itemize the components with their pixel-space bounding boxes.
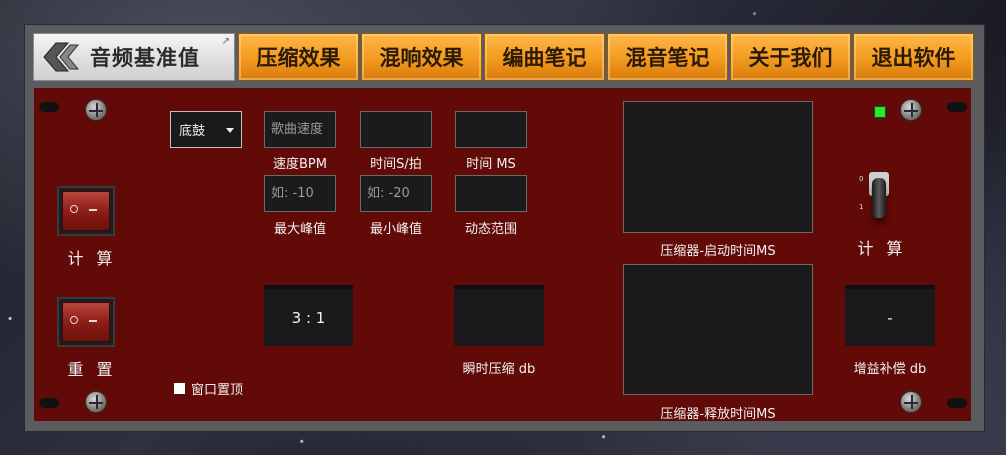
calculate-button[interactable] — [57, 186, 115, 236]
tab-arrangement-notes[interactable]: 编曲笔记 — [484, 33, 605, 81]
release-time-label: 压缩器-释放时间MS — [660, 407, 776, 422]
instant-compression-label: 瞬时压缩 db — [462, 362, 536, 377]
min-peak-input[interactable] — [367, 186, 431, 201]
tempo-input-box[interactable] — [264, 111, 336, 148]
time-ms-output — [455, 111, 527, 148]
instrument-select-value: 底鼓 — [179, 124, 206, 139]
screw-icon — [85, 99, 107, 121]
max-peak-label: 最大峰值 — [273, 222, 326, 237]
tab-reverb[interactable]: 混响效果 — [361, 33, 482, 81]
reset-button[interactable] — [57, 297, 115, 347]
min-peak-input-box[interactable] — [360, 175, 432, 212]
attack-time-display — [623, 101, 813, 233]
checkbox-box[interactable] — [174, 383, 185, 394]
screw-icon — [85, 391, 107, 413]
calculate-toggle-switch[interactable] — [872, 178, 886, 218]
ratio-display: 3 : 1 — [264, 285, 353, 346]
expand-icon: ↗ — [221, 36, 230, 47]
dynamic-range-label: 动态范围 — [464, 222, 517, 237]
tab-compression[interactable]: 压缩效果 — [238, 33, 359, 81]
makeup-gain-display: - — [845, 285, 935, 346]
attack-time-label: 压缩器-启动时间MS — [660, 244, 776, 259]
max-peak-input-box[interactable] — [264, 175, 336, 212]
dynamic-range-output — [455, 175, 527, 212]
toggle-on-mark: 1 — [859, 203, 864, 211]
screw-icon — [900, 391, 922, 413]
tab-mixing-notes[interactable]: 混音笔记 — [607, 33, 728, 81]
mount-slot — [39, 398, 59, 408]
time-ms-label: 时间 MS — [466, 157, 516, 172]
instrument-select[interactable]: 底鼓 — [170, 111, 242, 148]
makeup-gain-label: 增益补偿 db — [853, 362, 927, 377]
time-s-label: 时间S/拍 — [370, 157, 422, 172]
always-on-top-label: 窗口置顶 — [191, 383, 244, 398]
right-calculate-label: 计 算 — [857, 239, 907, 258]
max-peak-input[interactable] — [271, 186, 335, 201]
time-s-output — [360, 111, 432, 148]
release-time-display — [623, 264, 813, 395]
logo-mark-icon — [43, 42, 80, 72]
tempo-input[interactable] — [271, 122, 335, 137]
calculate-label: 计 算 — [67, 249, 117, 268]
reset-label: 重 置 — [67, 360, 117, 379]
app-title: 音频基准值 — [90, 46, 200, 70]
toggle-off-mark: 0 — [859, 175, 864, 183]
logo: 音频基准值 ↗ — [33, 33, 235, 81]
mount-slot — [947, 398, 967, 408]
mount-slot — [39, 102, 59, 112]
power-led — [874, 106, 886, 118]
tab-about-us[interactable]: 关于我们 — [730, 33, 851, 81]
min-peak-label: 最小峰值 — [369, 222, 422, 237]
tab-exit[interactable]: 退出软件 — [853, 33, 974, 81]
chevron-down-icon — [226, 128, 234, 133]
instant-compression-display — [454, 285, 544, 346]
mount-slot — [947, 102, 967, 112]
always-on-top-checkbox[interactable]: 窗口置顶 — [174, 379, 243, 398]
screw-icon — [900, 99, 922, 121]
tempo-label: 速度BPM — [273, 157, 327, 172]
